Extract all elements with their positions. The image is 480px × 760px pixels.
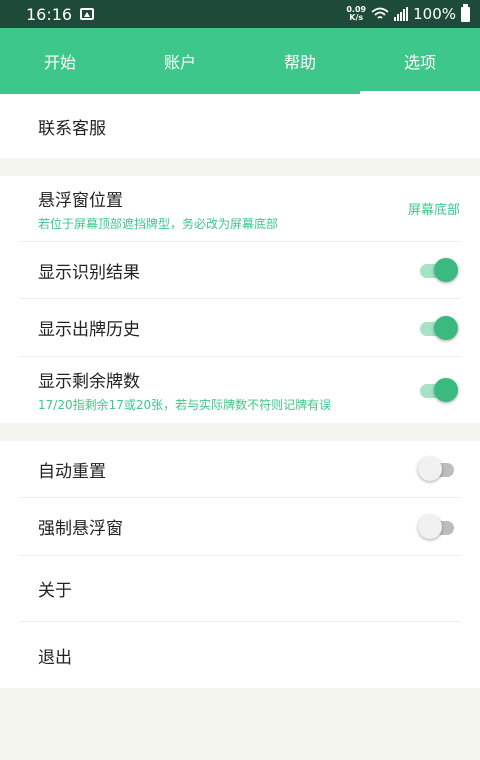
toggle-knob [418,514,442,539]
section-divider [0,423,480,441]
status-bar: 16:16 0.09 K/s 100% [0,0,480,28]
float-position-text: 悬浮窗位置 若位于屏幕顶部遮挡牌型，务必改为屏幕底部 [38,186,278,232]
auto-reset-toggle[interactable] [418,457,458,481]
show-history-toggle[interactable] [418,315,458,340]
tab-start[interactable]: 开始 [0,28,120,94]
show-remaining-toggle[interactable] [418,378,458,402]
force-float-toggle[interactable] [418,514,458,539]
show-remaining-label: 显示剩余牌数 [38,372,140,392]
image-notification-icon [80,8,95,20]
auto-reset-label: 自动重置 [38,461,106,482]
float-position-value[interactable]: 屏幕底部 [408,199,460,218]
force-float-item[interactable]: 强制悬浮窗 [20,498,460,556]
contact-support-label: 联系客服 [38,118,106,139]
network-speed-unit: K/s [349,13,364,22]
active-tab-indicator [360,91,480,94]
section-general: 自动重置 强制悬浮窗 关于 退出 [0,441,480,688]
network-speed: 0.09 K/s [346,6,366,22]
contact-support-item[interactable]: 联系客服 [20,94,460,158]
wifi-icon [371,7,389,19]
tab-bar: 开始 账户 帮助 选项 [0,28,480,94]
exit-item[interactable]: 退出 [20,622,460,688]
show-history-item[interactable]: 显示出牌历史 [20,299,460,357]
status-right: 0.09 K/s 100% [346,3,470,23]
auto-reset-item[interactable]: 自动重置 [20,441,460,498]
battery-icon [461,3,470,22]
show-remaining-text: 显示剩余牌数 17/20指剩余17或20张，若与实际牌数不符则记牌有误 [38,367,331,413]
tab-options[interactable]: 选项 [360,28,480,94]
show-remaining-hint: 17/20指剩余17或20张，若与实际牌数不符则记牌有误 [38,398,332,412]
about-item[interactable]: 关于 [20,556,460,622]
toggle-knob [434,315,458,340]
show-history-label: 显示出牌历史 [38,320,140,340]
tab-help[interactable]: 帮助 [240,28,360,94]
signal-icon [394,7,409,21]
section-display: 悬浮窗位置 若位于屏幕顶部遮挡牌型，务必改为屏幕底部 屏幕底部 显示识别结果 显… [0,176,480,423]
about-label: 关于 [38,581,72,601]
float-position-hint: 若位于屏幕顶部遮挡牌型，务必改为屏幕底部 [38,216,279,231]
show-remaining-item[interactable]: 显示剩余牌数 17/20指剩余17或20张，若与实际牌数不符则记牌有误 [20,357,460,423]
show-result-label: 显示识别结果 [38,262,140,283]
section-support: 联系客服 [0,94,480,158]
force-float-label: 强制悬浮窗 [38,519,123,539]
toggle-knob [418,457,442,481]
tab-account[interactable]: 账户 [120,28,240,94]
toggle-knob [434,258,458,282]
status-left: 16:16 [26,4,95,24]
exit-label: 退出 [38,647,72,668]
section-divider [0,158,480,176]
show-result-toggle[interactable] [418,258,458,282]
float-position-item[interactable]: 悬浮窗位置 若位于屏幕顶部遮挡牌型，务必改为屏幕底部 屏幕底部 [20,176,460,242]
status-time: 16:16 [26,4,73,24]
toggle-knob [434,378,458,402]
battery-percent: 100% [413,5,456,23]
show-result-item[interactable]: 显示识别结果 [20,242,460,299]
float-position-label: 悬浮窗位置 [38,190,123,211]
